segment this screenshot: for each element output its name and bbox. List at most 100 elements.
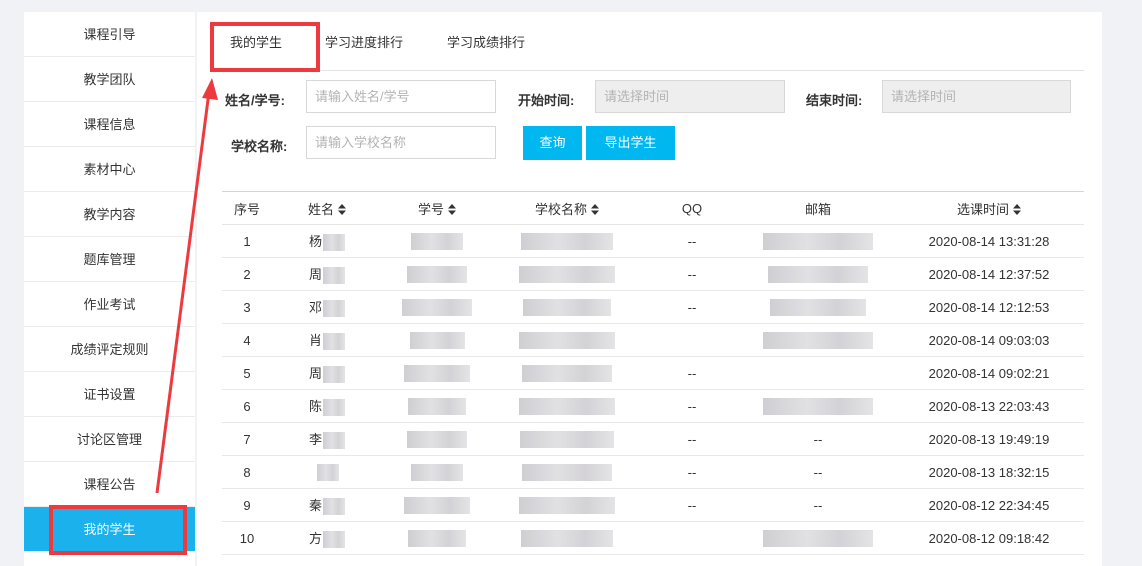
cell-no: 10: [222, 521, 272, 555]
header-name-label: 姓名: [307, 201, 334, 217]
redacted-block: [323, 531, 345, 549]
sidebar-item-grading-rules[interactable]: 成绩评定规则: [24, 327, 195, 372]
cell-email: --: [742, 488, 894, 522]
tab-score-ranking[interactable]: 学习成绩排行: [447, 32, 525, 51]
cell-school: [492, 290, 642, 324]
end-time-label: 结束时间:: [806, 93, 863, 108]
table-row: 4 肖 2020-08-14 09:03:03: [222, 323, 1084, 357]
table-row: 1 杨 -- 2020-08-14 13:31:28: [222, 224, 1084, 258]
cell-qq: [642, 323, 742, 357]
cell-email: [742, 323, 894, 357]
sort-caret-icon[interactable]: [338, 203, 346, 215]
sidebar-item-question-bank[interactable]: 题库管理: [24, 237, 195, 282]
query-button[interactable]: 查询: [523, 126, 582, 160]
cell-student-id: [382, 521, 492, 555]
redacted-block: [409, 331, 465, 349]
sort-caret-icon[interactable]: [448, 203, 456, 215]
table-row: 6 陈 -- 2020-08-13 22:03:43: [222, 389, 1084, 423]
cell-email: [742, 224, 894, 258]
sidebar-item-course-info[interactable]: 课程信息: [24, 102, 195, 147]
sidebar-item-material-center[interactable]: 素材中心: [24, 147, 195, 192]
redacted-block: [407, 430, 467, 448]
school-name-input[interactable]: [306, 126, 496, 159]
cell-school: [492, 389, 642, 423]
name-id-input[interactable]: [306, 80, 496, 113]
redacted-block: [521, 529, 613, 547]
end-time-input[interactable]: [882, 80, 1071, 113]
cell-name: 周: [272, 257, 382, 291]
sidebar-item-teaching-content[interactable]: 教学内容: [24, 192, 195, 237]
sort-caret-icon[interactable]: [1013, 203, 1021, 215]
cell-enroll-time: 2020-08-13 19:49:19: [894, 422, 1084, 456]
start-time-label: 开始时间:: [518, 93, 575, 108]
cell-no: 4: [222, 323, 272, 357]
cell-name-text: 秦: [308, 497, 322, 513]
header-no: 序号: [222, 191, 272, 225]
cell-name-text: 肖: [308, 332, 322, 348]
cell-name-text: 周: [308, 365, 322, 381]
redacted-block: [407, 265, 467, 283]
cell-no: 6: [222, 389, 272, 423]
header-school[interactable]: 学校名称: [492, 191, 642, 225]
redacted-block: [519, 265, 615, 283]
cell-school: [492, 356, 642, 390]
header-student-id[interactable]: 学号: [382, 191, 492, 225]
cell-name-text: 杨: [308, 233, 322, 249]
tab-progress-ranking[interactable]: 学习进度排行: [325, 32, 403, 51]
cell-no: 7: [222, 422, 272, 456]
sidebar-item-homework-exam[interactable]: 作业考试: [24, 282, 195, 327]
redacted-block: [323, 267, 345, 285]
sidebar-item-discussion[interactable]: 讨论区管理: [24, 417, 195, 462]
cell-email: --: [742, 422, 894, 456]
cell-name: 李: [272, 422, 382, 456]
sidebar-item-certificate[interactable]: 证书设置: [24, 372, 195, 417]
header-no-label: 序号: [233, 201, 260, 217]
redacted-block: [522, 364, 612, 382]
table-row: 2 周 -- 2020-08-14 12:37:52: [222, 257, 1084, 291]
cell-no: 2: [222, 257, 272, 291]
table-row: 9 秦 -- -- 2020-08-12 22:34:45: [222, 488, 1084, 522]
header-qq-label: QQ: [681, 200, 703, 216]
header-enroll-time[interactable]: 选课时间: [894, 191, 1084, 225]
sidebar-item-teaching-team[interactable]: 教学团队: [24, 57, 195, 102]
redacted-block: [523, 298, 611, 316]
cell-student-id: [382, 488, 492, 522]
redacted-block: [763, 529, 873, 547]
cell-student-id: [382, 356, 492, 390]
cell-no: 9: [222, 488, 272, 522]
cell-no: 1: [222, 224, 272, 258]
cell-student-id: [382, 224, 492, 258]
cell-email: --: [742, 455, 894, 489]
cell-name-text: 邓: [308, 299, 322, 315]
sidebar-item-course-guide[interactable]: 课程引导: [24, 12, 195, 57]
cell-school: [492, 488, 642, 522]
export-students-button[interactable]: 导出学生: [586, 126, 675, 160]
cell-name-text: 陈: [308, 398, 322, 414]
sort-caret-icon[interactable]: [591, 203, 599, 215]
cell-student-id: [382, 455, 492, 489]
redacted-block: [404, 496, 470, 514]
cell-email-text: --: [813, 497, 823, 513]
cell-qq: --: [642, 389, 742, 423]
cell-name: 邓: [272, 290, 382, 324]
header-student-id-label: 学号: [417, 201, 444, 217]
header-name[interactable]: 姓名: [272, 191, 382, 225]
cell-enroll-time: 2020-08-13 18:32:15: [894, 455, 1084, 489]
cell-name-text: 李: [308, 431, 322, 447]
main-panel: 我的学生 学习进度排行 学习成绩排行 姓名/学号: 开始时间: 结束时间: 学校…: [197, 12, 1102, 566]
cell-student-id: [382, 422, 492, 456]
start-time-input[interactable]: [595, 80, 785, 113]
student-table: 序号 姓名 学号 学校名称 QQ 邮箱 选课时间 1 杨 -- 2020-08-14 …: [222, 191, 1084, 555]
redacted-block: [411, 232, 463, 250]
cell-school: [492, 521, 642, 555]
redacted-block: [411, 463, 463, 481]
cell-enroll-time: 2020-08-14 12:12:53: [894, 290, 1084, 324]
cell-email: [742, 257, 894, 291]
cell-name: 方: [272, 521, 382, 555]
redacted-block: [521, 232, 613, 250]
table-row: 7 李 -- -- 2020-08-13 19:49:19: [222, 422, 1084, 456]
annotation-box-tab: [210, 22, 320, 72]
redacted-block: [522, 463, 612, 481]
redacted-block: [519, 496, 615, 514]
sidebar-item-announcement[interactable]: 课程公告: [24, 462, 195, 507]
